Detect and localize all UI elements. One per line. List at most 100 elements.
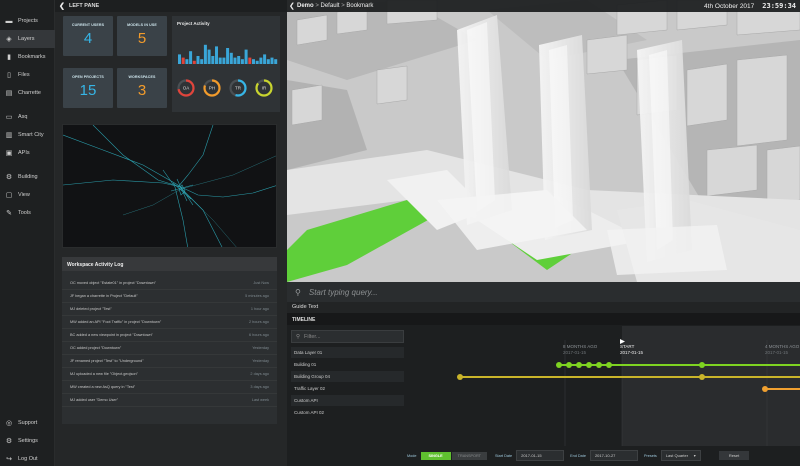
search-icon: ⚲ xyxy=(296,333,301,340)
sidebar-item-log-out[interactable]: ↪ Log Out xyxy=(0,450,55,466)
log-time: 2 days ago xyxy=(250,372,269,376)
mode-transport-button[interactable]: TRANSPORT xyxy=(451,451,487,460)
log-text: MJ added user "Demo User" xyxy=(70,398,119,402)
query-bar[interactable]: ⚲ Start typing query... xyxy=(287,282,800,302)
sidebar-item-label: Asq xyxy=(18,114,28,120)
sidebar: ▬ Projects ◈ Layers ▮ Bookmarks ▯ Files ▤ Charret… xyxy=(0,0,55,466)
donut-label: OA xyxy=(183,86,190,91)
project-activity-chart: OA PH TR IR xyxy=(177,44,278,97)
timeline-marker-date: 2017-01-15 xyxy=(620,350,644,355)
timeline-keyframe[interactable] xyxy=(762,386,768,392)
timeline-marker-date: 2017-01-15 xyxy=(563,350,587,355)
breadcrumb: Demo > Default > Bookmark xyxy=(297,3,373,9)
breadcrumb-project[interactable]: Demo xyxy=(297,3,314,9)
3d-viewport[interactable] xyxy=(287,0,800,282)
donut-label: TR xyxy=(235,86,242,91)
start-date-input[interactable]: 2017-01-15 xyxy=(516,450,565,461)
collapse-pane-icon[interactable]: ❮ xyxy=(287,2,297,10)
timeline-keyframe[interactable] xyxy=(586,362,592,368)
activity-bar xyxy=(248,57,252,64)
workspace-activity-log: Workspace Activity Log OC moved object "… xyxy=(62,257,277,424)
log-text: MW created a new AsQ query in "Test" xyxy=(70,385,136,389)
traffic-map[interactable] xyxy=(62,124,277,248)
timeline-layer[interactable]: Custom API 02 xyxy=(291,407,404,418)
sidebar-item-asq[interactable]: ▭ Asq xyxy=(0,108,55,126)
sidebar-item-files[interactable]: ▯ Files xyxy=(0,66,55,84)
sidebar-item-smart-city[interactable]: ▥ Smart City xyxy=(0,126,55,144)
timeline-layer[interactable]: Building 01 xyxy=(291,359,404,370)
activity-bar xyxy=(222,57,226,64)
timeline-keyframe[interactable] xyxy=(699,362,705,368)
mode-label: Mode xyxy=(407,453,417,458)
sidebar-item-support[interactable]: ◎ Support xyxy=(0,414,55,432)
timeline-layer[interactable]: Custom API xyxy=(291,395,404,406)
sidebar-item-projects[interactable]: ▬ Projects xyxy=(0,12,55,30)
log-time: 3 days ago xyxy=(250,385,269,389)
activity-bar xyxy=(237,56,241,64)
sidebar-item-label: Files xyxy=(18,72,30,78)
sidebar-item-charrette[interactable]: ▤ Charrette xyxy=(0,84,55,102)
log-list: OC moved object "Estate01" in project "D… xyxy=(62,271,277,407)
activity-bar xyxy=(266,59,270,64)
timeline-track-area[interactable]: 8 MONTHS AGO 2017-01-15 START 2017-01-15 4 M… xyxy=(407,326,800,446)
sidebar-item-building[interactable]: ⚙ Building xyxy=(0,168,55,186)
tile-workspaces: WORKSPACES 3 xyxy=(117,68,167,108)
log-time: 6 hours ago xyxy=(248,333,269,337)
presets-value: Last Quarter xyxy=(665,453,689,458)
wrench-icon: ✎ xyxy=(6,210,12,217)
mode-single-button[interactable]: SINGLE xyxy=(420,451,451,460)
activity-bar xyxy=(218,57,222,64)
activity-bar xyxy=(196,56,200,64)
timeline-layer[interactable]: Building Group 04 xyxy=(291,371,404,382)
timeline-keyframe[interactable] xyxy=(457,374,463,380)
activity-bar xyxy=(240,59,244,64)
sidebar-item-tools[interactable]: ✎ Tools xyxy=(0,204,55,222)
sidebar-item-label: Smart City xyxy=(18,132,44,138)
timeline-keyframe[interactable] xyxy=(596,362,602,368)
activity-bar xyxy=(233,57,237,64)
timeline-filter-input[interactable]: ⚲ Filter... xyxy=(291,330,404,343)
left-pane-header: ❮ LEFT PANE xyxy=(55,0,287,12)
sidebar-item-label: Charrette xyxy=(18,90,41,96)
breadcrumb-scenario[interactable]: Default xyxy=(321,3,340,9)
sidebar-item-apis[interactable]: ▣ APIs xyxy=(0,144,55,162)
sidebar-item-label: Layers xyxy=(18,36,35,42)
timeline-keyframe[interactable] xyxy=(556,362,562,368)
log-time: Last week xyxy=(251,398,269,402)
activity-bar xyxy=(178,54,181,64)
log-text: OC moved object "Estate01" in project "D… xyxy=(70,281,157,285)
breadcrumb-bookmark[interactable]: Bookmark xyxy=(346,3,373,9)
tile-models-in-use: MODELS IN USE 5 xyxy=(117,16,167,56)
reset-button[interactable]: Reset xyxy=(718,451,750,460)
sidebar-item-label: Settings xyxy=(18,438,38,444)
log-text: JF began a charrette in Project "Default… xyxy=(70,294,138,298)
log-text: MJ deleted project "Test" xyxy=(70,307,112,311)
timeline-keyframe[interactable] xyxy=(699,374,705,380)
sidebar-nav: ▬ Projects ◈ Layers ▮ Bookmarks ▯ Files ▤ Charret… xyxy=(0,12,55,222)
sidebar-item-label: Projects xyxy=(18,18,38,24)
activity-bar xyxy=(203,44,207,64)
breadcrumb-separator: > xyxy=(313,3,321,9)
sidebar-item-view[interactable]: ▢ View xyxy=(0,186,55,204)
timeline-keyframe[interactable] xyxy=(566,362,572,368)
timeline-layer[interactable]: Traffic Layer 02 xyxy=(291,383,404,394)
presets-select[interactable]: Last Quarter ▾ xyxy=(660,450,701,461)
query-input[interactable]: Start typing query... xyxy=(309,288,378,297)
activity-bar xyxy=(181,57,185,64)
activity-bar xyxy=(263,54,267,64)
current-time: 23:59:34 xyxy=(762,2,796,10)
timeline-keyframe[interactable] xyxy=(606,362,612,368)
viewport-topbar: ❮ Demo > Default > Bookmark 4th October … xyxy=(287,0,800,12)
sidebar-item-label: Tools xyxy=(18,210,31,216)
sidebar-item-bookmarks[interactable]: ▮ Bookmarks xyxy=(0,48,55,66)
tile-current-users: CURRENT USERS 4 xyxy=(63,16,113,56)
sidebar-item-layers[interactable]: ◈ Layers xyxy=(0,30,55,48)
sidebar-item-label: Support xyxy=(18,420,38,426)
log-text: MJ uploaded a new file "Object.geojson" xyxy=(70,372,138,376)
timeline-keyframe[interactable] xyxy=(576,362,582,368)
collapse-left-pane-icon[interactable]: ❮ xyxy=(59,2,69,10)
timeline-layer[interactable]: Data Layer 01 xyxy=(291,347,404,358)
sidebar-item-settings[interactable]: ⚙ Settings xyxy=(0,432,55,450)
logout-icon: ↪ xyxy=(6,456,12,463)
end-date-input[interactable]: 2017-10-27 xyxy=(589,450,638,461)
